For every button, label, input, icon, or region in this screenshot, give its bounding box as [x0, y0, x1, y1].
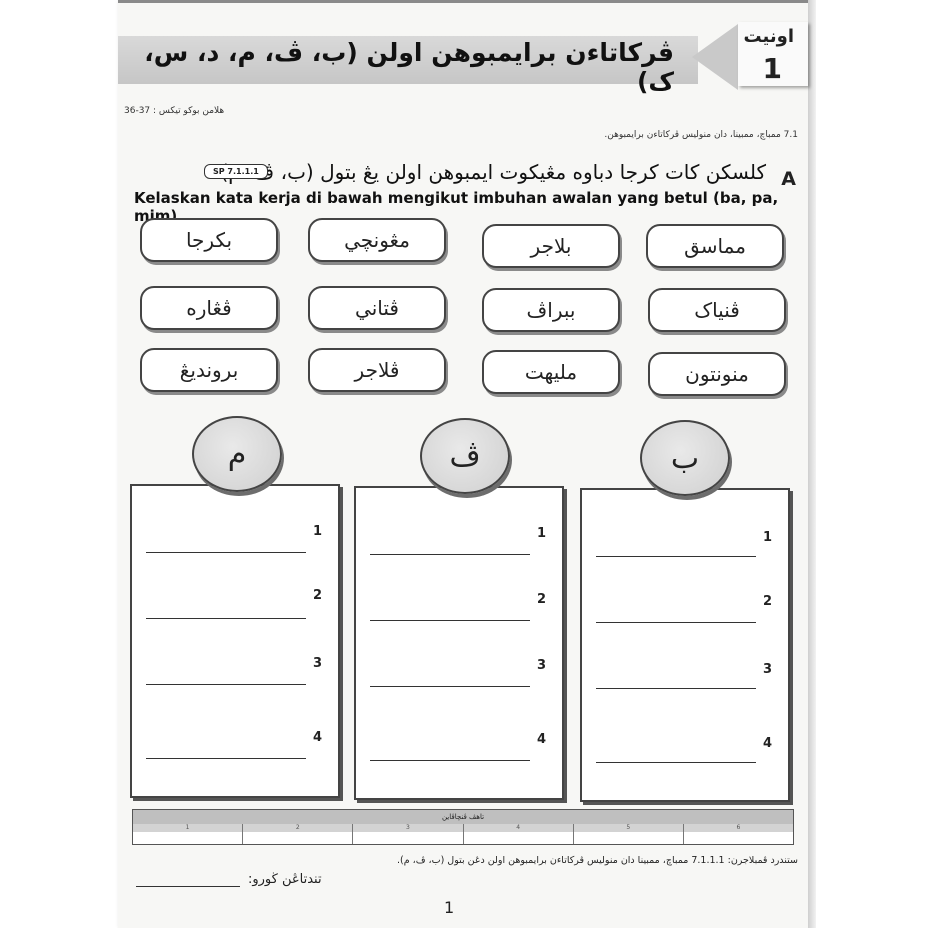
word-box: ڤنياک — [648, 288, 786, 332]
instruction-jawi: کلسکن کات کرجا دباوه مڠيکوت ايمبوهن اولن… — [214, 160, 766, 184]
sp-badge: SP 7.1.1.1 — [204, 164, 268, 179]
word-box: منونتون — [648, 352, 786, 396]
level-number: 1 — [133, 824, 243, 832]
arrow-left-icon — [692, 24, 738, 90]
level-cell[interactable]: 6 — [683, 824, 794, 844]
row-number: 4 — [762, 736, 772, 751]
answer-line-1[interactable] — [596, 556, 756, 557]
answer-line-1[interactable] — [146, 552, 306, 553]
unit-number: 1 — [762, 52, 782, 85]
level-cell[interactable]: 4 — [463, 824, 574, 844]
answer-line-4[interactable] — [370, 760, 530, 761]
row-number: 3 — [312, 656, 322, 671]
answer-line-2[interactable] — [370, 620, 530, 621]
level-number: 2 — [243, 824, 353, 832]
answer-line-3[interactable] — [596, 688, 756, 689]
textbook-pages-ref: هلامن بوکو تيکس : 37-36 — [124, 106, 225, 116]
word-box: مليهت — [482, 350, 620, 394]
level-cell[interactable]: 2 — [243, 824, 354, 844]
word-box: برونديڠ — [140, 348, 278, 392]
level-cell[interactable]: 5 — [573, 824, 684, 844]
word-box: بلاجر — [482, 224, 620, 268]
answer-line-2[interactable] — [146, 618, 306, 619]
word-box: ڤلاجر — [308, 348, 446, 392]
answer-column-ba: 1 2 3 4 — [580, 488, 790, 802]
level-cell[interactable]: 1 — [133, 824, 244, 844]
word-box: ڤتاني — [308, 286, 446, 330]
level-cell[interactable]: 3 — [353, 824, 464, 844]
worksheet-page: ڤركاتاءن برايمبوهن اولن (ب، ڤ، م، د، س، … — [118, 0, 816, 928]
answer-line-3[interactable] — [146, 684, 306, 685]
level-number: 5 — [573, 824, 683, 832]
page-edge — [808, 0, 816, 928]
row-number: 1 — [762, 530, 772, 545]
category-circle-pa: ڤ — [420, 418, 510, 494]
word-box: ڤڠاره — [140, 286, 278, 330]
word-box: ببراڤ — [482, 288, 620, 332]
level-number: 3 — [353, 824, 463, 832]
performance-level-table: تاهڤ ڤنچاڤاين 1 2 3 4 5 6 — [132, 809, 794, 845]
answer-line-4[interactable] — [596, 762, 756, 763]
answer-column-mim: 1 2 3 4 — [130, 484, 340, 798]
row-number: 3 — [536, 658, 546, 673]
teacher-signature-line[interactable] — [136, 886, 240, 887]
row-number: 3 — [762, 662, 772, 677]
category-circle-ba: ب — [640, 420, 730, 496]
answer-line-2[interactable] — [596, 622, 756, 623]
answer-line-3[interactable] — [370, 686, 530, 687]
word-box: بکرجا — [140, 218, 278, 262]
row-number: 2 — [762, 594, 772, 609]
performance-table-title: تاهڤ ڤنچاڤاين — [133, 810, 793, 824]
page-number: 1 — [444, 898, 455, 917]
row-number: 1 — [312, 524, 322, 539]
unit-tab: اونيت 1 — [738, 22, 808, 86]
category-circle-mim: م — [192, 416, 282, 492]
answer-line-4[interactable] — [146, 758, 306, 759]
level-number: 6 — [683, 824, 794, 832]
answer-column-pa: 1 2 3 4 — [354, 486, 564, 800]
learning-standard: ستندرد ڤمبلاجرن: 7.1.1.1 ممباچ، ممبينا د… — [397, 855, 798, 866]
row-number: 4 — [312, 730, 322, 745]
row-number: 2 — [536, 592, 546, 607]
row-number: 1 — [536, 526, 546, 541]
row-number: 4 — [536, 732, 546, 747]
skill-ref: 7.1 ممباچ، ممبينا، دان منوليس ڤرکاتاءن ب… — [604, 130, 798, 140]
row-number: 2 — [312, 588, 322, 603]
answer-line-1[interactable] — [370, 554, 530, 555]
word-box: مماسق — [646, 224, 784, 268]
exercise-letter: A — [781, 168, 796, 190]
page-title: ڤركاتاءن برايمبوهن اولن (ب، ڤ، م، د، س، … — [144, 38, 674, 96]
top-border — [118, 0, 808, 3]
level-number: 4 — [463, 824, 573, 832]
unit-label: اونيت — [743, 26, 794, 47]
teacher-signature-label: تندتاڠن ڬورو: — [248, 872, 322, 887]
word-box: مڠونچي — [308, 218, 446, 262]
